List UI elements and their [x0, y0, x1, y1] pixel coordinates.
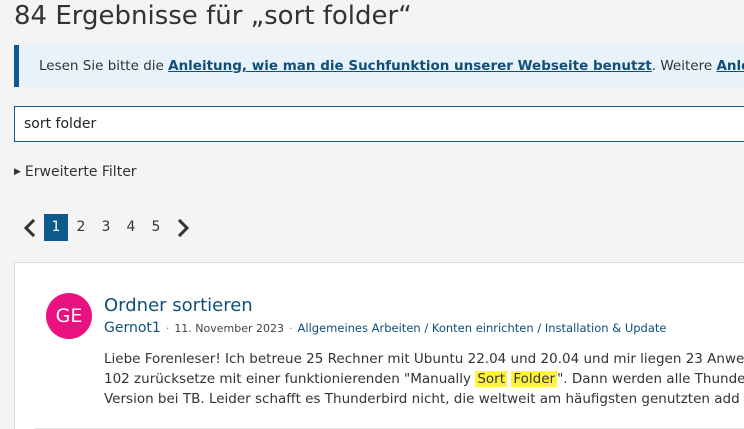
meta-separator: · — [165, 322, 170, 335]
search-guide-link[interactable]: Anleitung, wie man die Suchfunktion unse… — [168, 58, 652, 74]
advanced-filter-label: Erweiterte Filter — [24, 164, 137, 180]
excerpt-line: Liebe Forenleser! Ich betreue 25 Rechner… — [104, 351, 744, 367]
page-button-5[interactable]: 5 — [144, 214, 168, 241]
page-button-3[interactable]: 3 — [94, 214, 118, 241]
excerpt-line: Version bei TB. Leider schafft es Thunde… — [104, 391, 744, 407]
search-help-middle: . Weitere — [651, 58, 717, 74]
avatar[interactable]: GE — [46, 293, 92, 339]
author-link[interactable]: Gernot1 — [104, 320, 161, 336]
advanced-filter-toggle[interactable]: ▶ Erweiterte Filter — [14, 164, 137, 180]
search-results-page: 84 Ergebnisse für „sort folder“ Lesen Si… — [0, 0, 744, 429]
triangle-right-icon: ▶ — [14, 167, 21, 177]
search-highlight: Sort — [475, 371, 508, 387]
result-excerpt: Liebe Forenleser! Ich betreue 25 Rechner… — [104, 349, 744, 409]
page-button-4[interactable]: 4 — [119, 214, 143, 241]
search-input[interactable] — [15, 107, 744, 141]
more-guides-link[interactable]: Anleitungen zu — [716, 58, 744, 74]
result-meta: Gernot1 · 11. November 2023 · Allgemeines Ar… — [104, 320, 666, 336]
page-button-1[interactable]: 1 — [44, 214, 68, 241]
search-result-card: GE Ordner sortieren Gernot1 · 11. November… — [14, 262, 744, 429]
category-link[interactable]: Allgemeines Arbeiten / Konten einrichten… — [298, 321, 667, 335]
excerpt-text: ". Dann werden alle Thunderbir — [557, 371, 744, 387]
post-date: 11. November 2023 — [174, 322, 285, 335]
search-help-prefix: Lesen Sie bitte die — [39, 58, 169, 74]
search-field[interactable] — [14, 106, 744, 142]
result-title-link[interactable]: Ordner sortieren — [104, 295, 253, 316]
excerpt-line: 102 zurücksetze mit einer funktionierend… — [104, 369, 744, 389]
search-help-notice: Lesen Sie bitte die Anleitung, wie man d… — [14, 45, 744, 87]
meta-separator: · — [289, 322, 293, 335]
search-help-text: Lesen Sie bitte die Anleitung, wie man d… — [39, 58, 744, 74]
excerpt-text: 102 zurücksetze mit einer funktionierend… — [104, 371, 476, 387]
page-title: 84 Ergebnisse für „sort folder“ — [14, 1, 412, 31]
chevron-right-icon[interactable] — [173, 218, 193, 238]
chevron-left-icon[interactable] — [20, 218, 40, 238]
page-button-2[interactable]: 2 — [69, 214, 93, 241]
search-highlight: Folder — [511, 371, 558, 387]
